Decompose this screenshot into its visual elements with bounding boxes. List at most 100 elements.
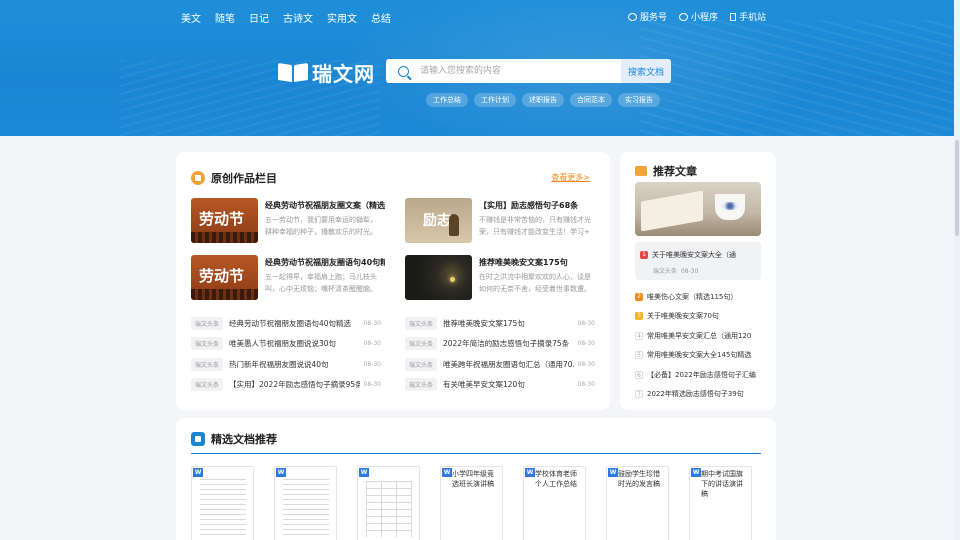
list-item-date: 08-30 [363,319,381,327]
mobile-site-link[interactable]: 手机站 [729,10,766,23]
recommended-item[interactable]: 5 常用唯美晚安文案大全145句精选 [635,346,765,366]
service-account-link[interactable]: 服务号 [627,10,667,23]
hot-tag[interactable]: 合同范本 [570,93,612,107]
search-input[interactable] [420,59,621,83]
inspiration-thumbnail: 励志 [405,198,472,243]
doc-card[interactable]: W 学校体育老师个人工作总结 [523,466,586,540]
list-item-date: 08-30 [577,340,595,348]
recommended-item-title: 唯美伤心文案（精选115句） [647,292,738,301]
runner-figure [449,214,459,236]
mini-program-link[interactable]: 小程序 [678,10,718,23]
rank-badge: 5 [635,351,643,360]
list-item-date: 08-30 [577,360,595,368]
thumbnail-caption: 劳动节 [199,267,245,285]
night-thumbnail [405,255,472,300]
doc-preview [200,479,246,539]
recommended-item[interactable]: 3 关于唯美晚安文案70句 [635,307,765,327]
hot-tag[interactable]: 述职报告 [522,93,564,107]
list-item-title: 推荐唯美晚安文案175句 [443,318,525,328]
doc-card[interactable]: W [357,466,420,540]
word-doc-icon: W [442,468,452,477]
word-doc-icon: W [359,468,369,477]
nav-link-zongjie[interactable]: 总结 [371,10,391,25]
light-dot [450,277,455,282]
hot-tag[interactable]: 工作总结 [426,93,468,107]
recommended-item[interactable]: 2 唯美伤心文案（精选115句） [635,287,765,307]
list-item[interactable]: 瑞文头条 2022年简洁的励志感悟句子摘录75条 08-30 [405,334,595,355]
recommended-item-source: 瑞文头条 [653,268,678,275]
site-logo[interactable]: 瑞文网 [278,58,375,87]
list-item-title: 唯美愚人节祝福朋友圈说说30句 [229,339,337,349]
list-item-title: 热门新年祝福朋友圈说说40句 [229,359,329,369]
feature-article[interactable]: 劳动节 经典劳动节祝福朋友圈语句40句精 五一起得早，幸福肩上跑；马儿枝头叫，心… [191,255,391,301]
feature-article[interactable]: 推荐唯美晚安文案175句 在时之洪流中相聚欢欢的人心，谈是如何的无奈不舍，经受着… [405,255,605,301]
list-item[interactable]: 瑞文头条 有关唯美早安文案120句 08-30 [405,375,595,396]
pencil-badge-icon [191,171,205,185]
word-doc-icon: W [608,468,618,477]
view-more-link[interactable]: 查看更多> [551,172,590,183]
wechat-icon [627,12,637,21]
source-badge: 瑞文头条 [191,357,224,371]
top-right-nav: 服务号 小程序 手机站 [627,10,766,23]
list-item[interactable]: 瑞文头条 【实用】2022年励志感悟句子摘录95条 08-30 [191,375,381,396]
source-badge: 瑞文头条 [405,316,438,330]
page-scrollbar[interactable] [954,0,960,540]
list-item-date: 08-30 [363,381,381,389]
search-bar: 搜索文档 [386,59,671,83]
feature-article[interactable]: 励志 【实用】励志感悟句子68条 不赚钱是非常苦恼的，只有赚钱才光荣，只有赚钱才… [405,198,605,244]
featured-docs-card: 精选文档推荐 W W W W 小学四年级竞选班长演讲稿 W 学校体育老师个人工作总结… [176,418,776,540]
thumbnail-caption: 劳动节 [199,210,245,228]
book-logo-icon [278,62,308,84]
doc-preview [366,481,412,537]
recommended-item[interactable]: 4 常用唯美早安文案汇总（通用120 [635,326,765,346]
doc-card[interactable]: W [191,466,254,540]
list-item-date: 08-30 [577,319,595,327]
service-account-label: 服务号 [639,13,667,23]
rank-badge: 3 [635,312,643,321]
tea-book-thumbnail[interactable] [635,182,761,236]
list-item-date: 08-30 [363,360,381,368]
source-badge: 瑞文头条 [405,378,438,392]
section-divider [191,453,761,454]
recommended-item[interactable]: 7 2022年精选励志感悟句子39句 [635,385,765,405]
list-item-date: 08-30 [577,381,595,389]
list-item[interactable]: 瑞文头条 推荐唯美晚安文案175句 08-30 [405,313,595,334]
nav-link-gushiwen[interactable]: 古诗文 [283,10,313,25]
recommended-heading: 推荐文章 [635,163,697,179]
original-works-card: 原创作品栏目 查看更多> 劳动节 经典劳动节祝福朋友圈文案（精选 五一劳动节，我… [176,152,610,410]
hero-texture-right [640,20,960,136]
feature-title: 推荐唯美晚安文案175句 [479,258,568,267]
document-badge-icon [191,432,205,446]
nav-link-suibi[interactable]: 随笔 [215,10,235,25]
nav-link-meiwen[interactable]: 美文 [181,10,201,25]
mini-program-icon [678,12,688,21]
doc-card[interactable]: W 期中考试国旗下的讲话演讲稿 [689,466,752,540]
recommended-item-date: 08-30 [680,268,699,275]
labor-day-thumbnail: 劳动节 [191,255,258,300]
recommended-item-title: 常用唯美晚安文案大全145句精选 [647,351,752,360]
nav-link-riji[interactable]: 日记 [249,10,269,25]
original-works-heading: 原创作品栏目 [191,170,277,186]
list-item[interactable]: 瑞文头条 唯美愚人节祝福朋友圈说说30句 08-30 [191,334,381,355]
word-doc-icon: W [276,468,286,477]
search-button[interactable]: 搜索文档 [621,59,671,83]
doc-card[interactable]: W 小学四年级竞选班长演讲稿 [440,466,503,540]
list-item-title: 【实用】2022年励志感悟句子摘录95条 [229,380,360,390]
source-badge: 瑞文头条 [191,316,224,330]
list-item-title: 唯美跨年祝福朋友圈语句汇总（通用70... [443,359,574,369]
original-works-title: 原创作品栏目 [211,172,277,185]
mobile-site-label: 手机站 [738,13,766,23]
scrollbar-thumb[interactable] [955,140,959,236]
recommended-item-title: 关于唯美晚安文案70句 [647,312,719,321]
doc-card[interactable]: W 鼓励学生珍惜时光的发言稿 [606,466,669,540]
nav-link-shiyongwen[interactable]: 实用文 [327,10,357,25]
list-item[interactable]: 瑞文头条 经典劳动节祝福朋友圈语句40句精选 08-30 [191,313,381,334]
top-recommended-item[interactable]: 1 关于唯美晚安文案大全（通 瑞文头条 08-30 [635,242,761,280]
doc-card[interactable]: W [274,466,337,540]
feature-article[interactable]: 劳动节 经典劳动节祝福朋友圈文案（精选 五一劳动节，我们要用幸运的锄犁，耕种幸福… [191,198,391,244]
hot-tag[interactable]: 工作计划 [474,93,516,107]
list-item[interactable]: 瑞文头条 唯美跨年祝福朋友圈语句汇总（通用70... 08-30 [405,354,595,375]
recommended-item[interactable]: 6 【必备】2022年励志感悟句子汇编 [635,365,765,385]
hot-tag[interactable]: 实习报告 [618,93,660,107]
list-item[interactable]: 瑞文头条 热门新年祝福朋友圈说说40句 08-30 [191,354,381,375]
